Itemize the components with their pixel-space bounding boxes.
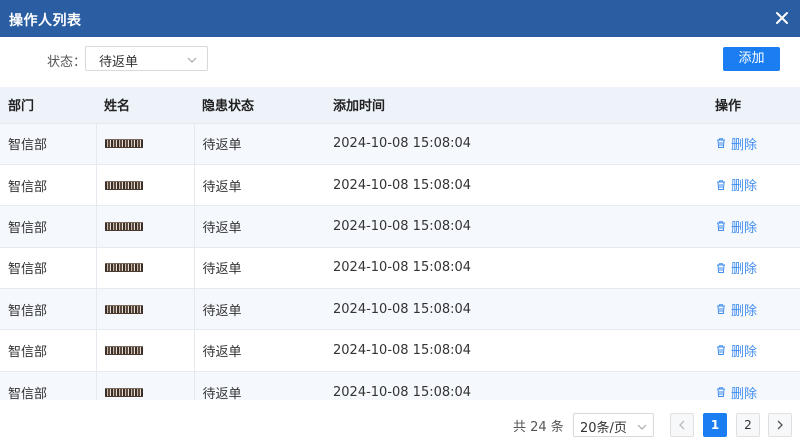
delete-label: 删除 [731,179,758,195]
status-filter-label: 状态： [47,55,87,70]
delete-label: 删除 [731,220,758,236]
trash-icon [717,180,725,190]
page-size-select[interactable]: 20条/页 [573,413,654,437]
delete-label: 删除 [731,303,758,319]
time-cell: 2024-10-08 15:08:04 [325,246,701,289]
table-row: 智信部 待返单 2024-10-08 15:08:04 删除 [0,122,800,165]
filter-bar: 状态： 待返单 添加 [0,37,800,87]
delete-button[interactable]: 删除 [715,175,757,194]
table-row: 智信部 待返单 2024-10-08 15:08:04 删除 [0,246,800,289]
trash-icon [717,262,725,273]
time-cell: 2024-10-08 15:08:04 [325,205,701,248]
delete-button[interactable]: 删除 [715,134,757,153]
dept-cell: 智信部 [0,246,96,289]
table-header-row: 部门 姓名 隐患状态 添加时间 操作 [0,87,800,123]
status-cell: 待返单 [193,122,325,165]
delete-button[interactable]: 删除 [715,217,757,236]
chevron-left-icon [679,420,685,430]
action-cell: 删除 [701,246,800,289]
table-row: 智信部 待返单 2024-10-08 15:08:04 删除 [0,163,800,206]
dialog-title: 操作人列表 [9,13,82,29]
chevron-down-icon [187,54,197,64]
action-cell: 删除 [701,163,800,206]
action-cell: 删除 [701,205,800,248]
page-button-1[interactable]: 1 [703,413,727,437]
status-select[interactable]: 待返单 [85,46,208,71]
status-cell: 待返单 [193,163,325,206]
redacted-name [104,139,143,149]
delete-button[interactable]: 删除 [715,258,757,277]
delete-button[interactable]: 删除 [715,300,757,319]
close-icon[interactable] [772,8,792,28]
trash-icon [717,345,725,356]
name-cell [95,329,194,372]
name-cell [95,122,194,165]
next-page-button[interactable] [768,413,792,437]
redacted-name [104,221,143,231]
header-action: 操作 [701,87,800,123]
trash-icon [717,138,725,149]
header-name[interactable]: 姓名 [96,87,194,123]
time-cell: 2024-10-08 15:08:04 [325,288,701,330]
page-size-value: 20条/页 [580,421,627,436]
redacted-name [104,263,143,273]
redacted-name [104,387,143,397]
operator-table: 部门 姓名 隐患状态 添加时间 操作 智信部 待返单 2024-10-08 15:0… [0,87,800,413]
delete-label: 删除 [731,344,758,360]
dept-cell: 智信部 [0,122,96,165]
trash-icon [717,304,725,314]
time-cell: 2024-10-08 15:08:04 [325,163,701,206]
chevron-right-icon [777,420,783,430]
dept-cell: 智信部 [0,288,96,330]
header-time[interactable]: 添加时间 [325,87,701,123]
delete-button[interactable]: 删除 [715,341,757,360]
status-select-value: 待返单 [99,55,139,70]
table-row: 智信部 待返单 2024-10-08 15:08:04 删除 [0,205,800,248]
status-cell: 待返单 [193,246,325,289]
table-row: 智信部 待返单 2024-10-08 15:08:04 删除 [0,288,800,330]
redacted-name [104,304,143,314]
trash-icon [717,221,725,232]
page-button-2[interactable]: 2 [736,413,760,437]
delete-label: 删除 [731,386,758,402]
header-status[interactable]: 隐患状态 [194,87,325,123]
dept-cell: 智信部 [0,163,96,206]
delete-label: 删除 [731,262,758,278]
action-cell: 删除 [701,288,800,330]
delete-button[interactable]: 删除 [715,383,757,402]
time-cell: 2024-10-08 15:08:04 [325,329,701,372]
delete-label: 删除 [731,137,758,153]
dept-cell: 智信部 [0,329,96,372]
name-cell [95,246,194,289]
dept-cell: 智信部 [0,205,96,248]
action-cell: 删除 [701,329,800,372]
total-count: 共 24 条 [513,420,564,435]
trash-icon [717,387,725,398]
status-cell: 待返单 [193,329,325,372]
name-cell [95,288,194,330]
status-cell: 待返单 [193,205,325,248]
name-cell [95,163,194,206]
name-cell [95,205,194,248]
redacted-name [104,180,143,190]
time-cell: 2024-10-08 15:08:04 [325,122,701,165]
header-dept[interactable]: 部门 [0,87,96,123]
action-cell: 删除 [701,122,800,165]
table-row: 智信部 待返单 2024-10-08 15:08:04 删除 [0,329,800,372]
prev-page-button[interactable] [670,413,694,437]
redacted-name [104,346,143,356]
status-cell: 待返单 [193,288,325,330]
chevron-down-icon [637,421,647,431]
dialog-header: 操作人列表 [0,0,800,37]
add-button[interactable]: 添加 [723,47,780,71]
